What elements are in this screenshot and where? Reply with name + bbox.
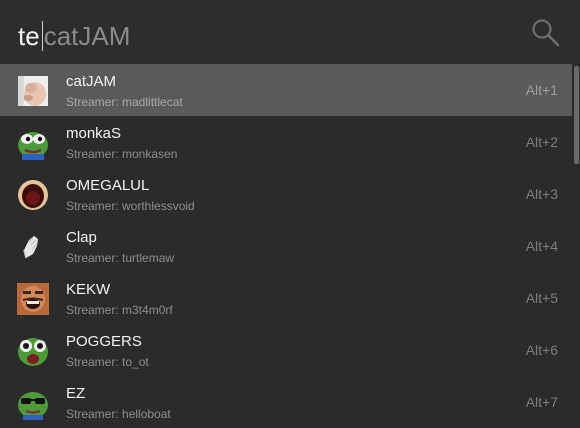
result-streamer: Streamer: madlittlecat <box>66 95 183 109</box>
result-name: catJAM <box>66 73 117 90</box>
result-shortcut: Alt+5 <box>525 290 558 306</box>
result-item-poggers[interactable]: POGGERS Streamer: to_ot Alt+6 <box>0 324 572 376</box>
result-item-ez[interactable]: EZ Streamer: helloboat Alt+7 <box>0 376 572 428</box>
result-item-clap[interactable]: Clap Streamer: turtlemaw Alt+4 <box>0 220 572 272</box>
result-item-omegalul[interactable]: OMEGALUL Streamer: worthlessvoid Alt+3 <box>0 168 572 220</box>
result-item-catjam[interactable]: catJAM Streamer: madlittlecat Alt+1 <box>0 64 572 116</box>
result-streamer: Streamer: helloboat <box>66 407 171 421</box>
result-streamer: Streamer: m3t4m0rf <box>66 303 173 317</box>
search-bar[interactable]: te catJAM <box>0 0 580 64</box>
search-icon[interactable] <box>530 17 562 49</box>
ez-frog-sunglasses-icon <box>18 392 48 420</box>
result-streamer: Streamer: to_ot <box>66 355 149 369</box>
scrollbar[interactable] <box>572 64 580 428</box>
result-item-kekw[interactable]: KEKW Streamer: m3t4m0rf Alt+5 <box>0 272 572 324</box>
result-item-monkas[interactable]: monkaS Streamer: monkasen Alt+2 <box>0 116 572 168</box>
result-name: monkaS <box>66 125 122 142</box>
result-name: OMEGALUL <box>66 177 150 194</box>
result-streamer: Streamer: monkasen <box>66 147 178 161</box>
result-shortcut: Alt+6 <box>525 342 558 358</box>
result-shortcut: Alt+2 <box>525 134 558 150</box>
result-shortcut: Alt+1 <box>525 82 558 98</box>
result-shortcut: Alt+4 <box>525 238 558 254</box>
result-name: KEKW <box>66 281 111 298</box>
results-list: catJAM Streamer: madlittlecat Alt+1 monk… <box>0 64 572 428</box>
emote-launcher-window: te catJAM catJAM Streamer: madlittlecat … <box>0 0 580 428</box>
result-shortcut: Alt+7 <box>525 394 558 410</box>
scrollbar-thumb[interactable] <box>574 66 579 164</box>
pepe-frog-icon <box>18 132 48 160</box>
autocomplete-suggestion: catJAM <box>43 21 131 51</box>
result-name: EZ <box>66 385 86 402</box>
omegalul-face-icon <box>18 180 48 210</box>
result-streamer: Streamer: worthlessvoid <box>66 199 195 213</box>
result-name: Clap <box>66 229 97 246</box>
clapping-hand-icon <box>23 236 38 259</box>
laughing-man-icon <box>17 283 49 315</box>
text-caret <box>41 21 43 51</box>
result-shortcut: Alt+3 <box>525 186 558 202</box>
typed-query: te <box>18 21 40 51</box>
result-streamer: Streamer: turtlemaw <box>66 251 175 265</box>
search-input[interactable]: te catJAM <box>18 17 130 55</box>
result-name: POGGERS <box>66 333 142 350</box>
poggers-frog-icon <box>18 338 48 366</box>
cat-emote-icon <box>18 76 48 106</box>
